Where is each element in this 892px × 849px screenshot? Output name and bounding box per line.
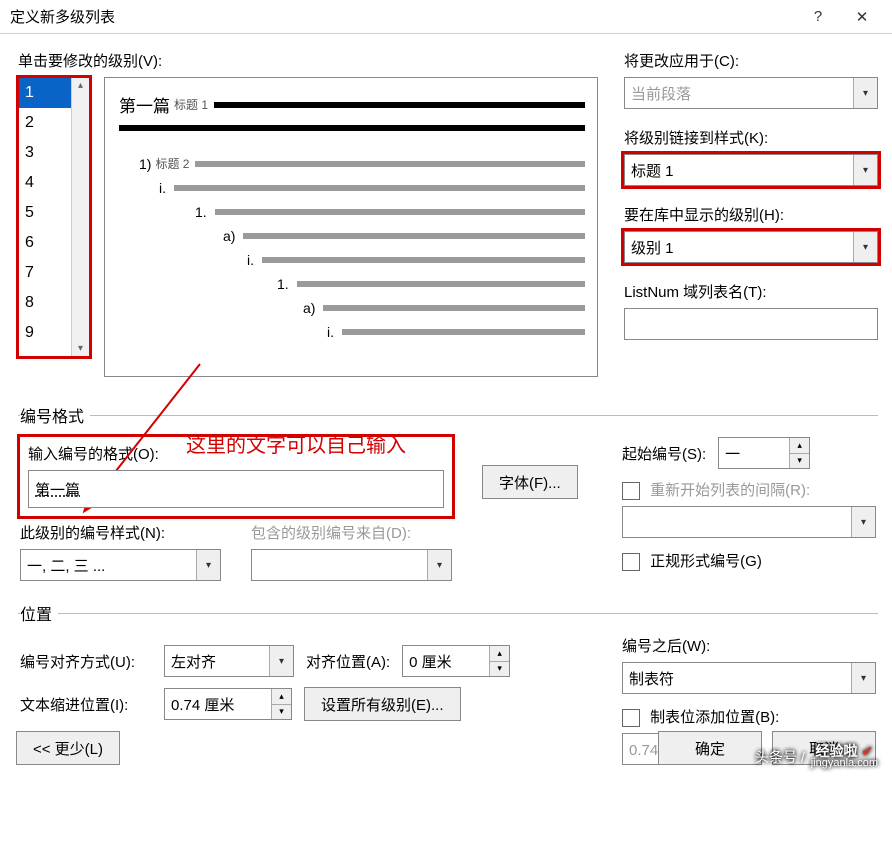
gallery-level-select[interactable]: 级别 1 ▾ (624, 231, 878, 263)
spinner-up-icon[interactable]: ▴ (790, 438, 809, 454)
chevron-down-icon: ▾ (853, 232, 877, 262)
preview-l8-num: a) (303, 300, 315, 316)
level-list-label: 单击要修改的级别(V): (18, 50, 598, 71)
watermark-url: jingyanla.com (811, 758, 878, 769)
apply-to-label: 将更改应用于(C): (624, 50, 878, 71)
less-button[interactable]: << 更少(L) (16, 731, 120, 765)
follow-value: 制表符 (629, 668, 674, 689)
align-at-label: 对齐位置(A): (306, 651, 390, 672)
window-title: 定义新多级列表 (10, 6, 796, 27)
listnum-input[interactable] (624, 308, 878, 340)
link-style-label: 将级别链接到样式(K): (624, 127, 878, 148)
ok-button[interactable]: 确定 (658, 731, 762, 765)
preview-l7-num: 1. (277, 276, 289, 292)
level-listbox[interactable]: 1 2 3 4 5 6 7 8 9 ▴ ▾ (18, 77, 90, 357)
level-list-scrollbar[interactable]: ▴ ▾ (71, 78, 89, 356)
chevron-down-icon: ▾ (196, 550, 220, 580)
preview-l6-num: i. (247, 252, 254, 268)
restart-select[interactable]: ▾ (622, 506, 876, 538)
preview-bar (323, 305, 585, 311)
watermark-prefix: 头条号 / (755, 747, 805, 767)
number-style-value: 一, 二, 三 ... (27, 555, 105, 576)
help-icon: ? (814, 8, 822, 25)
gallery-level-label: 要在库中显示的级别(H): (624, 204, 878, 225)
spinner-down-icon[interactable]: ▾ (272, 705, 291, 720)
preview-bar (119, 125, 585, 131)
preview-l2-num: 1) (139, 156, 151, 172)
number-format-legend: 编号格式 (20, 403, 90, 427)
watermark: 头条号 / 经验啦 ✔ jingyanla.com (755, 744, 878, 769)
preview-bar (195, 161, 585, 167)
link-style-value: 标题 1 (631, 160, 674, 181)
gallery-level-value: 级别 1 (631, 237, 674, 258)
follow-select[interactable]: 制表符 ▾ (622, 662, 876, 694)
start-at-label: 起始编号(S): (622, 443, 706, 464)
chevron-down-icon: ▾ (851, 507, 875, 537)
preview-bar (297, 281, 585, 287)
link-style-select[interactable]: 标题 1 ▾ (624, 154, 878, 186)
close-icon: ✕ (856, 8, 869, 26)
preview-l2-heading: 标题 2 (155, 155, 189, 172)
scroll-down-icon: ▾ (78, 343, 83, 354)
preview-bar (214, 102, 585, 108)
legal-checkbox[interactable] (622, 553, 640, 571)
number-style-select[interactable]: 一, 二, 三 ... ▾ (20, 549, 221, 581)
indent-label: 文本缩进位置(I): (20, 694, 152, 715)
preview-l9-num: i. (327, 324, 334, 340)
spinner-up-icon[interactable]: ▴ (490, 646, 509, 662)
align-at-value: 0 厘米 (403, 646, 489, 676)
follow-label: 编号之后(W): (622, 635, 876, 656)
indent-spinner[interactable]: 0.74 厘米 ▴▾ (164, 688, 292, 720)
preview-bar (215, 209, 585, 215)
scroll-up-icon: ▴ (78, 80, 83, 91)
spinner-up-icon[interactable]: ▴ (272, 689, 291, 705)
enter-format-label: 输入编号的格式(O): (28, 443, 444, 464)
preview-l3-num: i. (159, 180, 166, 196)
preview-bar (342, 329, 585, 335)
preview-l4-num: 1. (195, 204, 207, 220)
chevron-down-icon: ▾ (269, 646, 293, 676)
legal-label: 正规形式编号(G) (650, 553, 762, 570)
number-style-label: 此级别的编号样式(N): (20, 522, 221, 543)
align-select[interactable]: 左对齐 ▾ (164, 645, 294, 677)
apply-to-select[interactable]: 当前段落 ▾ (624, 77, 878, 109)
chevron-down-icon: ▾ (853, 78, 877, 108)
spinner-down-icon[interactable]: ▾ (490, 662, 509, 677)
align-label: 编号对齐方式(U): (20, 651, 152, 672)
font-button[interactable]: 字体(F)... (482, 465, 578, 499)
position-legend: 位置 (20, 601, 58, 625)
align-value: 左对齐 (171, 651, 216, 672)
enter-format-value: 第一篇 (35, 479, 80, 500)
tab-stop-label: 制表位添加位置(B): (650, 709, 779, 726)
include-level-select[interactable]: ▾ (251, 549, 452, 581)
spinner-down-icon[interactable]: ▾ (790, 454, 809, 469)
align-at-spinner[interactable]: 0 厘米 ▴▾ (402, 645, 510, 677)
restart-checkbox[interactable] (622, 482, 640, 500)
include-level-label: 包含的级别编号来自(D): (251, 522, 452, 543)
list-preview: 第一篇标题 1 1)标题 2 i. 1. a) i. 1. a) i. (104, 77, 598, 377)
preview-l5-num: a) (223, 228, 235, 244)
apply-to-value: 当前段落 (631, 83, 691, 104)
help-button[interactable]: ? (796, 3, 840, 31)
start-at-spinner[interactable]: 一 ▴▾ (718, 437, 810, 469)
chevron-down-icon: ▾ (851, 663, 875, 693)
enter-format-input[interactable]: 第一篇 (28, 470, 444, 508)
preview-l1-num: 第一篇 (119, 92, 170, 117)
set-all-levels-button[interactable]: 设置所有级别(E)... (304, 687, 461, 721)
preview-bar (243, 233, 585, 239)
chevron-down-icon: ▾ (427, 550, 451, 580)
listnum-label: ListNum 域列表名(T): (624, 281, 878, 302)
tab-stop-checkbox[interactable] (622, 709, 640, 727)
start-at-value: 一 (719, 438, 789, 468)
close-button[interactable]: ✕ (840, 3, 884, 31)
restart-label: 重新开始列表的间隔(R): (650, 482, 810, 499)
preview-bar (262, 257, 585, 263)
chevron-down-icon: ▾ (853, 155, 877, 185)
preview-bar (174, 185, 585, 191)
indent-value: 0.74 厘米 (165, 689, 271, 719)
preview-l1-heading: 标题 1 (174, 96, 208, 113)
